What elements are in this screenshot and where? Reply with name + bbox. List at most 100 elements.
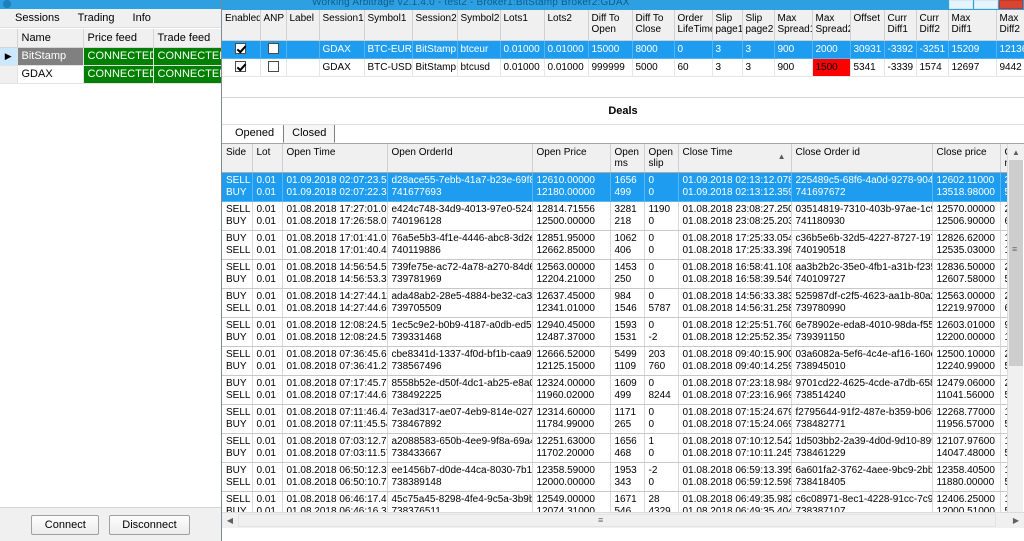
- leg2-value: 01.08.2018 07:15:24.069: [682, 419, 791, 430]
- deals-row[interactable]: BUY SELL 0.01 0.01 01.08.2018 07:17:45.786 01…: [222, 375, 1007, 405]
- sessions-titlebar: [0, 0, 221, 9]
- strat-col-lots2[interactable]: Lots2: [544, 10, 589, 41]
- strat-col-diff-to-close[interactable]: Diff To Close: [632, 10, 675, 41]
- strat-col-lots1[interactable]: Lots1: [500, 10, 545, 41]
- vertical-scroll-thumb[interactable]: [1009, 160, 1023, 366]
- strat-col-symbol2[interactable]: Symbol2: [457, 10, 501, 41]
- strategy-anp-checkbox[interactable]: [260, 58, 287, 77]
- deals-grid[interactable]: Side Lot Open Time Open OrderId Open Pri…: [222, 144, 1024, 528]
- sessions-col-price-feed[interactable]: Price feed: [83, 29, 154, 48]
- leg2-value: 01.08.2018 12:25:52.354: [682, 332, 791, 343]
- deals-col-open-ms[interactable]: Open ms: [610, 144, 645, 173]
- strategy-row[interactable]: GDAX BTC-EUR BitStamp btceur 0.01000 0.0…: [222, 40, 1024, 59]
- leg2-value: 343: [614, 477, 632, 488]
- deals-row[interactable]: SELL BUY 0.01 0.01 01.08.2018 07:11:46.447 01…: [222, 404, 1007, 434]
- deals-col-close-price[interactable]: Close price: [932, 144, 1001, 173]
- strat-col-session2[interactable]: Session2: [412, 10, 458, 41]
- strat-col-label[interactable]: Label: [286, 10, 320, 41]
- disconnect-button[interactable]: Disconnect: [109, 514, 190, 535]
- menu-item-sessions[interactable]: Sessions: [6, 9, 69, 27]
- deals-col-open-time[interactable]: Open Time: [282, 144, 388, 173]
- strategy-anp-checkbox[interactable]: [260, 40, 287, 59]
- strategy-enabled-checkbox[interactable]: [222, 40, 261, 59]
- deals-row[interactable]: SELL BUY 0.01 0.01 01.09.2018 02:07:23.505 01…: [222, 172, 1007, 202]
- scroll-left-icon[interactable]: ◀: [222, 513, 238, 528]
- sessions-row[interactable]: GDAX CONNECTED CONNECTED: [0, 65, 221, 84]
- close-icon[interactable]: [999, 0, 1023, 9]
- deals-col-open-price[interactable]: Open Price: [532, 144, 611, 173]
- strat-col-symbol1[interactable]: Symbol1: [364, 10, 413, 41]
- strat-col-curr-diff2[interactable]: Curr Diff2: [916, 10, 949, 41]
- strat-col-offset[interactable]: Offset: [850, 10, 885, 41]
- leg2-value: SELL: [226, 303, 251, 314]
- leg1-value: 12851.95000: [536, 233, 595, 244]
- deals-header-row: Side Lot Open Time Open OrderId Open Pri…: [222, 144, 1007, 173]
- deals-col-close-orderid[interactable]: Close Order id: [791, 144, 933, 173]
- strat-col-max-diff1[interactable]: Max Diff1: [948, 10, 997, 41]
- scroll-up-icon[interactable]: ▲: [1008, 144, 1024, 160]
- tab-closed[interactable]: Closed: [283, 124, 336, 143]
- sessions-col-name[interactable]: Name: [17, 29, 84, 48]
- deals-row[interactable]: BUY SELL 0.01 0.01 01.08.2018 14:27:44.111 01…: [222, 288, 1007, 318]
- strategy-row[interactable]: GDAX BTC-USD BitStamp btcusd 0.01000 0.0…: [222, 58, 1024, 77]
- minimize-icon[interactable]: [949, 0, 973, 9]
- menu-item-trading[interactable]: Trading: [69, 9, 124, 27]
- deals-vertical-scrollbar[interactable]: ▲ ≡ ▼: [1007, 144, 1024, 528]
- leg1-value: 01.08.2018 07:11:46.447: [286, 407, 387, 418]
- deals-cell-open-orderid: 739fe75e-ac72-4a78-a270-84d69a81c2597397…: [387, 259, 533, 289]
- deals-cell-side: SELLBUY: [222, 172, 253, 202]
- sessions-grid[interactable]: Name Price feed Trade feed ▶ BitStamp CO…: [0, 28, 221, 507]
- deals-cell-close-orderid: 03a6082a-5ef6-4c4e-af16-160ccd9f86217389…: [791, 346, 933, 376]
- deals-row[interactable]: SELL BUY 0.01 0.01 01.08.2018 12:08:24.572 01…: [222, 317, 1007, 347]
- leg1-value: 1953: [614, 465, 637, 476]
- horizontal-scroll-thumb[interactable]: [238, 514, 996, 527]
- strat-col-max-diff2[interactable]: Max Diff2: [996, 10, 1024, 41]
- deals-row[interactable]: SELL BUY 0.01 0.01 01.08.2018 07:36:45.645 01…: [222, 346, 1007, 376]
- leg1-value: 0: [648, 320, 655, 331]
- deals-row[interactable]: SELL BUY 0.01 0.01 01.08.2018 17:27:01.069 01…: [222, 201, 1007, 231]
- scroll-right-icon[interactable]: ▶: [1008, 513, 1024, 528]
- sessions-col-trade-feed[interactable]: Trade feed: [153, 29, 221, 48]
- strat-col-slippage2[interactable]: Slip page2: [742, 10, 775, 41]
- deals-row[interactable]: BUY SELL 0.01 0.01 01.08.2018 17:01:41.074 01…: [222, 230, 1007, 260]
- deals-horizontal-scrollbar[interactable]: ◀ ≡ ▶: [222, 512, 1024, 528]
- maximize-icon[interactable]: [974, 0, 998, 9]
- strat-col-slippage1[interactable]: Slip page1: [712, 10, 743, 41]
- deals-cell-lot: 0.010.01: [252, 288, 283, 318]
- deals-col-lot[interactable]: Lot: [252, 144, 283, 173]
- deals-cell-open-slip: 00: [644, 404, 679, 434]
- leg2-value: 01.08.2018 07:11:45.541: [286, 419, 387, 430]
- session-price-feed-status: CONNECTED: [83, 47, 154, 66]
- tab-opened[interactable]: Opened: [226, 124, 283, 143]
- horizontal-scroll-track[interactable]: ≡: [238, 513, 1008, 528]
- deals-col-close-ms[interactable]: Close ms: [1000, 144, 1007, 173]
- strat-col-anp[interactable]: ANP: [260, 10, 287, 41]
- deals-cell-open-ms: 1593 1531: [610, 317, 645, 347]
- strategies-grid[interactable]: Enabled ANP Label Session1 Symbol1 Sessi…: [222, 10, 1024, 98]
- strat-col-max-spread2[interactable]: Max Spread2: [812, 10, 851, 41]
- strat-col-max-spread1[interactable]: Max Spread1: [774, 10, 813, 41]
- leg2-value: 0.01: [256, 477, 276, 488]
- deals-row[interactable]: SELL BUY 0.01 0.01 01.08.2018 14:56:54.539 01…: [222, 259, 1007, 289]
- deals-col-open-slip[interactable]: Open slip: [644, 144, 679, 173]
- leg2-value: 738433667: [391, 448, 442, 459]
- strat-col-enabled[interactable]: Enabled: [222, 10, 261, 41]
- leg1-value: 12563.00000: [936, 291, 995, 302]
- strat-col-diff-to-open[interactable]: Diff To Open: [588, 10, 633, 41]
- sessions-row[interactable]: ▶ BitStamp CONNECTED CONNECTED: [0, 47, 221, 66]
- deals-col-open-orderid[interactable]: Open OrderId: [387, 144, 533, 173]
- strat-col-session1[interactable]: Session1: [319, 10, 365, 41]
- deals-row[interactable]: BUY SELL 0.01 0.01 01.08.2018 06:50:12.372 01…: [222, 462, 1007, 492]
- deals-col-side[interactable]: Side: [222, 144, 253, 173]
- menu-item-info[interactable]: Info: [124, 9, 160, 27]
- row-marker: ▶: [0, 47, 18, 66]
- deals-cell-open-time: 01.08.2018 17:27:01.069 01.08.2018 17:26:…: [282, 201, 388, 231]
- leg2-value: 741180930: [795, 216, 845, 227]
- deals-row[interactable]: SELL BUY 0.01 0.01 01.08.2018 07:03:12.767 01…: [222, 433, 1007, 463]
- strategy-enabled-checkbox[interactable]: [222, 58, 261, 77]
- deals-col-close-time[interactable]: Close Time ▲: [678, 144, 792, 173]
- connect-button[interactable]: Connect: [31, 514, 100, 535]
- strat-col-order-lifetime[interactable]: Order LifeTime: [674, 10, 713, 41]
- strat-col-curr-diff1[interactable]: Curr Diff1: [884, 10, 917, 41]
- sessions-col-rowheader: [0, 29, 18, 48]
